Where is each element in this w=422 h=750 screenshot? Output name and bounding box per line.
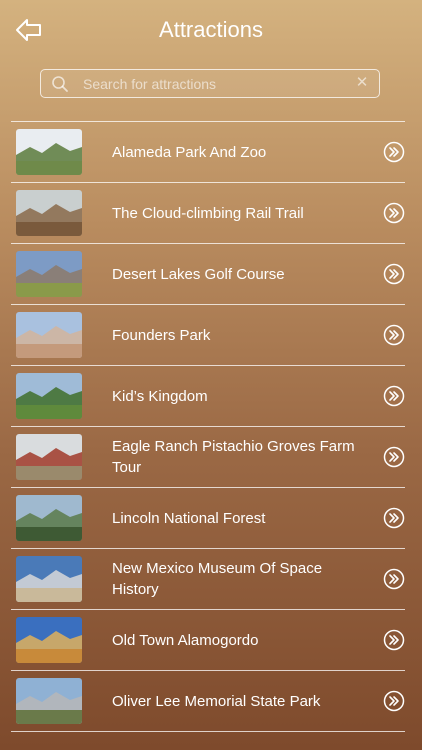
attraction-thumbnail (16, 373, 82, 419)
attraction-label: Old Town Alamogordo (112, 631, 259, 649)
chevron-right-circle-icon[interactable] (383, 446, 405, 468)
search-icon (52, 76, 68, 92)
attraction-thumbnail (16, 312, 82, 358)
chevron-right-circle-icon[interactable] (383, 263, 405, 285)
list-item[interactable]: Desert Lakes Golf Course (11, 243, 405, 304)
thumbnail-image (16, 556, 82, 602)
attraction-thumbnail (16, 495, 82, 541)
list-item[interactable]: Kid’s Kingdom (11, 365, 405, 426)
thumbnail-image (16, 312, 82, 358)
chevron-right-circle-icon[interactable] (383, 568, 405, 590)
attraction-label: Eagle Ranch Pistachio Groves Farm Tour (112, 438, 355, 476)
thumbnail-image (16, 251, 82, 297)
thumbnail-image (16, 617, 82, 663)
clear-icon[interactable]: ✕ (354, 75, 370, 91)
chevron-right-circle-icon[interactable] (383, 385, 405, 407)
list-item[interactable]: Lincoln National Forest (11, 487, 405, 548)
attraction-thumbnail (16, 678, 82, 724)
list-item[interactable]: Founders Park (11, 304, 405, 365)
list-item[interactable]: The Cloud-climbing Rail Trail (11, 182, 405, 243)
search-input[interactable] (81, 73, 355, 95)
thumbnail-image (16, 678, 82, 724)
attraction-label: New Mexico Museum Of Space History (112, 560, 323, 598)
attractions-list: Alameda Park And Zoo The Cloud-climbing … (11, 121, 405, 732)
attraction-label: Oliver Lee Memorial State Park (112, 692, 321, 710)
header-bar: Attractions (0, 0, 422, 62)
chevron-right-circle-icon[interactable] (383, 629, 405, 651)
list-item[interactable]: Oliver Lee Memorial State Park (11, 670, 405, 732)
attraction-thumbnail (16, 434, 82, 480)
thumbnail-image (16, 495, 82, 541)
attraction-thumbnail (16, 129, 82, 175)
attraction-thumbnail (16, 251, 82, 297)
thumbnail-image (16, 373, 82, 419)
chevron-right-circle-icon[interactable] (383, 141, 405, 163)
attraction-label: The Cloud-climbing Rail Trail (112, 204, 304, 222)
list-item[interactable]: Old Town Alamogordo (11, 609, 405, 670)
thumbnail-image (16, 129, 82, 175)
attraction-thumbnail (16, 617, 82, 663)
list-item[interactable]: Eagle Ranch Pistachio Groves Farm Tour (11, 426, 405, 487)
attraction-label: Desert Lakes Golf Course (112, 265, 285, 283)
thumbnail-image (16, 434, 82, 480)
chevron-right-circle-icon[interactable] (383, 507, 405, 529)
attraction-thumbnail (16, 556, 82, 602)
search-bar[interactable]: ✕ (40, 69, 380, 98)
attraction-label: Alameda Park And Zoo (112, 143, 267, 161)
list-item[interactable]: Alameda Park And Zoo (11, 121, 405, 182)
attraction-label: Lincoln National Forest (112, 509, 266, 527)
page-title: Attractions (159, 17, 263, 42)
attraction-thumbnail (16, 190, 82, 236)
chevron-right-circle-icon[interactable] (383, 690, 405, 712)
chevron-right-circle-icon[interactable] (383, 202, 405, 224)
attraction-label: Kid’s Kingdom (112, 387, 208, 405)
attraction-label: Founders Park (112, 326, 211, 344)
thumbnail-image (16, 190, 82, 236)
list-item[interactable]: New Mexico Museum Of Space History (11, 548, 405, 609)
chevron-right-circle-icon[interactable] (383, 324, 405, 346)
